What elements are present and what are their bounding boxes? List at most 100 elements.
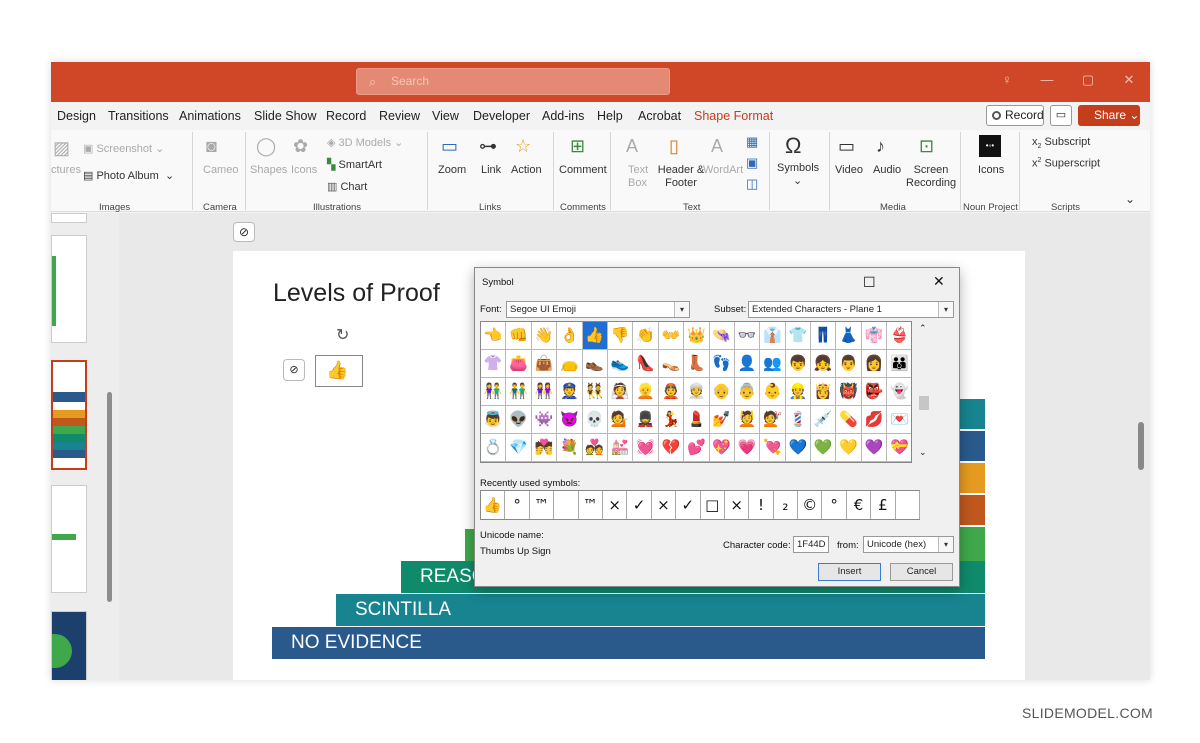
symbol-cell[interactable]: 👯	[582, 378, 608, 406]
symbol-cell[interactable]: 💉	[811, 406, 837, 434]
symbol-grid[interactable]: 👈 👊 👋 👌 👍 👎 👏 👐 👑 👒 👓 👔 👕 👖 👗 👘 👙 👚 👛 👜 👝 👞 👟 👠 👡 👢 👣 👤 👥 👦 👧 👨 👩 👪 👫 👬 👭 👮 👯 👰…	[480, 321, 912, 463]
tab-acrobat[interactable]: Acrobat	[638, 109, 681, 123]
tab-developer[interactable]: Developer	[473, 109, 530, 123]
recent-symbol-cell[interactable]: !	[749, 491, 774, 519]
audio-icon[interactable]: ♪	[876, 136, 885, 156]
tab-slide-show[interactable]: Slide Show	[254, 109, 317, 123]
symbol-cell[interactable]: 👟	[607, 350, 634, 378]
symbol-cell[interactable]: 💇	[760, 406, 786, 434]
wordart-icon[interactable]: A	[711, 136, 723, 156]
symbol-cell[interactable]: 💓	[633, 434, 659, 462]
slide-thumbnail[interactable]	[51, 611, 87, 680]
header-footer-icon[interactable]: ▯	[669, 136, 679, 156]
tab-animations[interactable]: Animations	[179, 109, 241, 123]
from-dropdown[interactable]: Unicode (hex) ▾	[863, 536, 954, 553]
smartart-button[interactable]: ▚ SmartArt	[327, 158, 382, 171]
slide-thumbnail[interactable]	[51, 235, 87, 343]
symbol-cell[interactable]: 💅	[709, 406, 735, 434]
symbol-cell[interactable]: 💙	[785, 434, 812, 462]
font-dropdown[interactable]: Segoe UI Emoji ▾	[506, 301, 690, 318]
symbol-cell[interactable]: 👘	[861, 322, 888, 350]
link-icon[interactable]: ⊶	[479, 136, 497, 156]
symbol-cell[interactable]: 💚	[811, 434, 837, 462]
symbol-cell[interactable]: 👸	[811, 378, 837, 406]
slide-thumbnail[interactable]	[51, 213, 87, 223]
symbol-cell[interactable]: 💍	[481, 434, 507, 462]
ribbon-collapse-chevron[interactable]: ⌄	[1125, 192, 1135, 206]
symbol-cell[interactable]: 👱	[633, 378, 659, 406]
symbol-cell[interactable]: 👼	[481, 406, 507, 434]
symbol-cell[interactable]: 👙	[887, 322, 911, 350]
symbol-cell[interactable]: 💎	[506, 434, 532, 462]
symbol-cell[interactable]: 💘	[760, 434, 786, 462]
symbol-cell[interactable]: 💏	[531, 434, 558, 462]
pictures-icon[interactable]: ▨	[53, 138, 70, 158]
symbol-cell[interactable]: 💖	[709, 434, 735, 462]
dialog-close-button[interactable]: ✕	[933, 273, 945, 290]
pyramid-step[interactable]	[957, 527, 985, 561]
symbol-cell[interactable]: 👚	[481, 350, 507, 378]
video-icon[interactable]: ▭	[838, 136, 855, 156]
symbol-cell[interactable]: 👨	[836, 350, 862, 378]
recent-symbol-cell[interactable]: °	[505, 491, 530, 519]
symbol-cell[interactable]: 👷	[785, 378, 812, 406]
symbol-cell[interactable]: 👭	[531, 378, 558, 406]
recent-symbol-cell[interactable]: ×	[725, 491, 750, 519]
superscript-button[interactable]: x2 Superscript	[1032, 157, 1100, 170]
thumbnail-scrollbar[interactable]	[107, 392, 112, 602]
insert-button[interactable]: Insert	[818, 563, 881, 581]
recent-symbol-cell[interactable]: £	[871, 491, 896, 519]
tab-view[interactable]: View	[432, 109, 459, 123]
symbol-cell[interactable]: 💀	[582, 406, 608, 434]
pyramid-step[interactable]	[957, 431, 985, 461]
symbols-dropdown-chevron[interactable]: ⌄	[793, 174, 802, 187]
symbol-cell[interactable]: 💛	[836, 434, 862, 462]
scroll-thumb[interactable]	[919, 396, 929, 410]
symbol-cell[interactable]: 👌	[557, 322, 583, 350]
character-code-input[interactable]: 1F44D	[793, 536, 829, 553]
tab-review[interactable]: Review	[379, 109, 420, 123]
symbol-cell[interactable]: 👎	[607, 322, 634, 350]
search-box[interactable]: ⌕ Search	[356, 68, 670, 95]
slide-number-icon[interactable]: ▣	[746, 153, 758, 173]
omega-symbol-icon[interactable]: Ω	[785, 135, 801, 157]
symbol-cell[interactable]: 💃	[658, 406, 685, 434]
lightbulb-icon[interactable]: ♀	[997, 72, 1017, 87]
symbol-cell[interactable]: 💗	[734, 434, 761, 462]
symbol-cell[interactable]: 👥	[760, 350, 786, 378]
symbol-cell[interactable]: 👋	[531, 322, 558, 350]
recent-symbol-cell[interactable]: ₂	[774, 491, 799, 519]
symbol-cell[interactable]: 💐	[557, 434, 583, 462]
symbol-cell[interactable]: 👹	[836, 378, 862, 406]
bar-scintilla[interactable]: SCINTILLA	[336, 594, 985, 626]
symbol-cell[interactable]: 👖	[811, 322, 837, 350]
symbol-cell[interactable]: 👴	[709, 378, 735, 406]
symbol-cell[interactable]: 💝	[887, 434, 911, 462]
icons-icon[interactable]: ✿	[293, 136, 308, 156]
close-window-button[interactable]: ✕	[1119, 72, 1139, 88]
symbol-cell[interactable]: 👛	[506, 350, 532, 378]
designer-mini-icon[interactable]: ⊘	[283, 359, 305, 381]
symbol-cell[interactable]: 💔	[658, 434, 685, 462]
symbol-cell[interactable]: 👲	[658, 378, 685, 406]
symbol-cell[interactable]: 👊	[506, 322, 532, 350]
noun-project-icon[interactable]: •◦•	[979, 135, 1001, 157]
recent-symbol-cell[interactable]: ✓	[627, 491, 652, 519]
symbol-cell[interactable]: 👠	[633, 350, 659, 378]
symbol-cell[interactable]: 👪	[887, 350, 911, 378]
symbol-cell[interactable]: 💑	[582, 434, 608, 462]
symbol-cell[interactable]: 👾	[531, 406, 558, 434]
symbol-cell[interactable]: 👔	[760, 322, 786, 350]
symbol-cell[interactable]: 👶	[760, 378, 786, 406]
symbol-cell[interactable]: 👳	[684, 378, 710, 406]
object-icon[interactable]: ◫	[746, 174, 758, 194]
symbol-cell[interactable]: 💄	[684, 406, 710, 434]
rotate-handle-icon[interactable]: ↻	[336, 325, 349, 345]
subscript-button[interactable]: x2 Subscript	[1032, 136, 1090, 150]
symbol-cell[interactable]: 👡	[658, 350, 685, 378]
maximize-button[interactable]: ▢	[1078, 72, 1098, 88]
chart-button[interactable]: ▥ Chart	[327, 180, 367, 193]
symbol-cell[interactable]: 💈	[785, 406, 812, 434]
symbol-cell[interactable]: 👩	[861, 350, 888, 378]
recent-symbol-cell[interactable]: □	[701, 491, 725, 519]
